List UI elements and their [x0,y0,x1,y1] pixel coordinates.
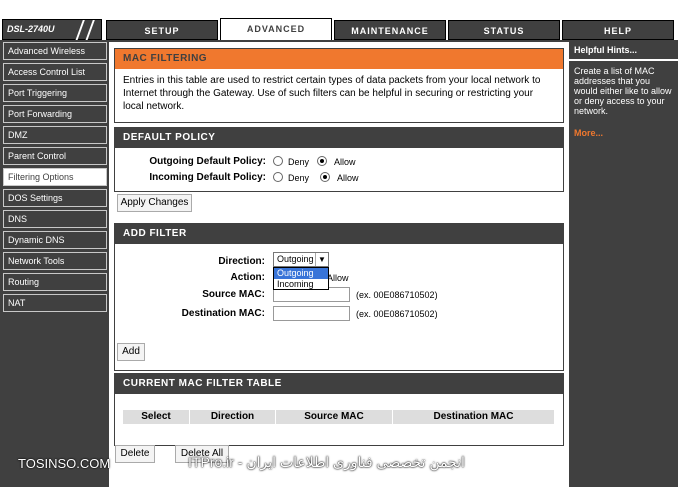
hints-title: Helpful Hints... [574,45,637,55]
direction-dropdown-list: Outgoing Incoming [273,267,329,290]
outgoing-allow-label: Allow [334,157,356,167]
incoming-deny-radio[interactable] [273,172,283,182]
watermark: TOSINSO.COM ITPro.ir - انجمن تخصصی فناور… [0,452,678,476]
mac-filtering-section: MAC FILTERING Entries in this table are … [114,48,564,123]
source-mac-hint: (ex. 00E086710502) [356,290,438,300]
current-filter-table-section: CURRENT MAC FILTER TABLE Select Directio… [114,373,564,446]
watermark-right: ITPro.ir - انجمن تخصصی فناوری اطلاعات ای… [188,454,465,470]
outgoing-allow-radio[interactable] [317,156,327,166]
outgoing-policy-label: Outgoing Default Policy: [149,156,266,167]
sidebar-item-dmz[interactable]: DMZ [3,126,107,144]
incoming-policy-label: Incoming Default Policy: [149,172,266,183]
column-source-mac: Source MAC [276,410,393,424]
section-title: MAC FILTERING [115,49,563,69]
sidebar-item-access-control-list[interactable]: Access Control List [3,63,107,81]
sidebar-item-routing[interactable]: Routing [3,273,107,291]
sidebar-item-port-forwarding[interactable]: Port Forwarding [3,105,107,123]
sidebar-item-nat[interactable]: NAT [3,294,107,312]
column-direction: Direction [190,410,276,424]
column-select: Select [123,410,190,424]
product-logo: DSL-2740U [2,19,102,41]
hints-divider [569,59,678,61]
apply-changes-button[interactable]: Apply Changes [117,194,192,212]
direction-select[interactable]: Outgoing ▼ [273,252,329,267]
default-policy-section: DEFAULT POLICY Outgoing Default Policy: … [114,127,564,192]
sidebar-item-advanced-wireless[interactable]: Advanced Wireless [3,42,107,60]
section-title: DEFAULT POLICY [115,128,563,148]
sidebar-item-dns[interactable]: DNS [3,210,107,228]
direction-label: Direction: [218,256,265,267]
add-button[interactable]: Add [117,343,145,361]
tab-advanced[interactable]: ADVANCED [220,18,332,40]
direction-select-value: Outgoing [277,254,314,264]
action-label: Action: [230,272,265,283]
sidebar-item-filtering-options[interactable]: Filtering Options [3,168,107,186]
tab-help[interactable]: HELP [562,20,674,40]
outgoing-deny-label: Deny [288,157,310,167]
destination-mac-hint: (ex. 00E086710502) [356,309,438,319]
sidebar-item-network-tools[interactable]: Network Tools [3,252,107,270]
section-description: Entries in this table are used to restri… [123,75,541,112]
destination-mac-input[interactable] [273,306,350,321]
watermark-left: TOSINSO.COM [18,456,111,471]
incoming-deny-label: Deny [288,173,310,183]
incoming-allow-label: Allow [337,173,359,183]
main-content: MAC FILTERING Entries in this table are … [109,42,569,487]
incoming-allow-radio[interactable] [320,172,330,182]
filter-table-header: Select Direction Source MAC Destination … [123,410,555,424]
outgoing-deny-radio[interactable] [273,156,283,166]
column-destination-mac: Destination MAC [393,410,555,424]
source-mac-label: Source MAC: [202,289,265,300]
sidebar-item-dynamic-dns[interactable]: Dynamic DNS [3,231,107,249]
sidebar: Advanced Wireless Access Control List Po… [0,42,109,487]
top-header: DSL-2740U SETUP ADVANCED MAINTENANCE STA… [0,0,678,41]
tab-maintenance[interactable]: MAINTENANCE [334,20,446,40]
action-allow-label: Allow [327,273,349,283]
sidebar-item-dos-settings[interactable]: DOS Settings [3,189,107,207]
logo-text: DSL-2740U [7,24,55,34]
more-link[interactable]: More... [574,128,603,138]
chevron-down-icon[interactable]: ▼ [315,253,328,266]
helpful-hints-panel: Helpful Hints... Create a list of MAC ad… [569,42,678,487]
sidebar-item-parent-control[interactable]: Parent Control [3,147,107,165]
section-title: CURRENT MAC FILTER TABLE [115,374,563,394]
direction-option-incoming[interactable]: Incoming [274,279,328,290]
add-filter-section: ADD FILTER Direction: Action: Allow Sour… [114,223,564,371]
tab-setup[interactable]: SETUP [106,20,218,40]
sidebar-item-port-triggering[interactable]: Port Triggering [3,84,107,102]
tab-status[interactable]: STATUS [448,20,560,40]
direction-option-outgoing[interactable]: Outgoing [274,268,328,279]
destination-mac-label: Destination MAC: [181,308,265,319]
section-title: ADD FILTER [115,224,563,244]
hints-text: Create a list of MAC addresses that you … [574,66,672,116]
